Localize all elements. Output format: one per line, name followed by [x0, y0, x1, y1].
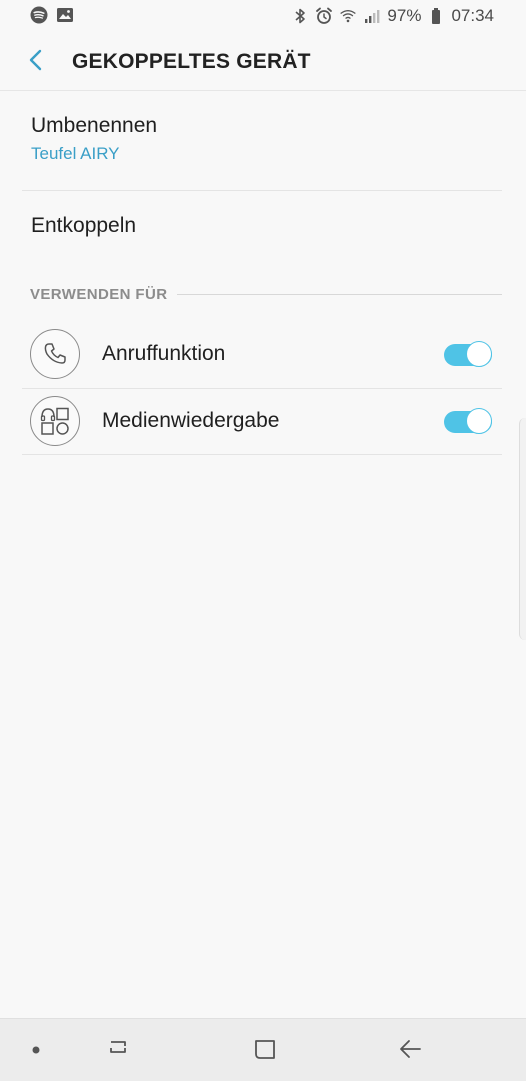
media-icon: [30, 396, 80, 446]
divider: [22, 190, 502, 191]
rename-title: Umbenennen: [31, 114, 158, 137]
navigation-bar: [0, 1018, 526, 1081]
media-toggle[interactable]: [444, 408, 492, 434]
home-icon: [253, 1037, 277, 1066]
edge-panel-handle[interactable]: [519, 418, 526, 640]
back-nav-button[interactable]: [394, 1034, 428, 1068]
bluetooth-icon: [291, 7, 309, 25]
battery-icon: [427, 7, 445, 25]
dot-icon: [31, 1042, 41, 1060]
rename-row[interactable]: Umbenennen Teufel AIRY: [22, 114, 502, 164]
battery-percent: 97%: [387, 6, 422, 25]
spotify-icon: [30, 6, 48, 24]
home-button[interactable]: [248, 1034, 282, 1068]
back-arrow-icon: [398, 1037, 424, 1066]
signal-icon: [363, 7, 381, 25]
toggle-knob: [466, 408, 492, 434]
unpair-title: Entkoppeln: [31, 214, 137, 237]
unpair-row[interactable]: Entkoppeln: [22, 214, 502, 238]
call-label: Anruffunktion: [102, 342, 226, 365]
page-title: GEKOPPELTES GERÄT: [72, 50, 311, 73]
list-item-call[interactable]: Anruffunktion: [22, 322, 502, 386]
section-divider: [177, 294, 502, 295]
call-toggle[interactable]: [444, 341, 492, 367]
status-bar: 97% 07:34: [0, 0, 526, 34]
nav-dot-button[interactable]: [19, 1034, 53, 1068]
divider: [22, 454, 502, 455]
alarm-icon: [315, 7, 333, 25]
device-name: Teufel AIRY: [31, 144, 120, 163]
wifi-icon: [339, 7, 357, 25]
media-label: Medienwiedergabe: [102, 409, 280, 432]
image-icon: [56, 6, 74, 24]
status-left-icons: [30, 6, 74, 24]
status-right-icons: 97% 07:34: [291, 6, 494, 26]
clock: 07:34: [451, 6, 494, 25]
toggle-knob: [466, 341, 492, 367]
back-button[interactable]: [18, 44, 54, 80]
app-header: GEKOPPELTES GERÄT: [0, 34, 526, 91]
list-item-media[interactable]: Medienwiedergabe: [22, 389, 502, 453]
section-label: VERWENDEN FÜR: [30, 286, 168, 303]
chevron-left-icon: [27, 49, 45, 76]
recent-apps-icon: [105, 1037, 131, 1066]
phone-icon: [30, 329, 80, 379]
section-header-use-for: VERWENDEN FÜR: [30, 286, 502, 303]
recent-apps-button[interactable]: [101, 1034, 135, 1068]
